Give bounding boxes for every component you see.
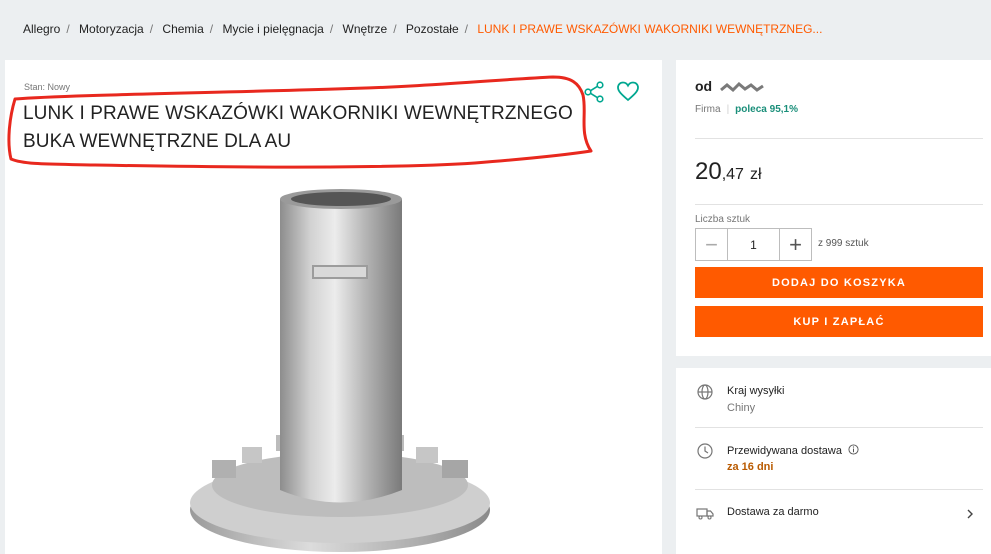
breadcrumb-current: LUNK I PRAWE WSKAZÓWKI WAKORNIKI WEWNĘTR… [477,22,823,36]
free-delivery-label: Dostawa za darmo [727,506,819,518]
truck-icon [696,508,714,520]
delivery-time-label: Przewidywana dostawa [727,444,859,457]
quantity-stepper: − 1 + [695,228,812,261]
meta-divider: | [726,104,730,115]
shipping-panel: Kraj wysyłki Chiny Przewidywana dostawa … [676,368,991,554]
shipping-country-value: Chiny [727,402,756,414]
info-icon[interactable] [848,444,859,455]
breadcrumb-item-pozostale[interactable]: Pozostałe [406,22,459,36]
product-image[interactable] [180,185,500,554]
add-to-cart-button[interactable]: DODAJ DO KOSZYKA [695,267,983,298]
quantity-available: z 999 sztuk [818,238,869,249]
price-integer: 20 [695,158,722,185]
breadcrumb-separator: / [464,22,468,36]
breadcrumb-separator: / [209,22,214,36]
seller-name-redacted [720,82,764,93]
breadcrumb-item-chemia[interactable]: Chemia [162,22,203,36]
condition: Stan: Nowy [24,82,70,92]
share-icon[interactable] [582,80,606,104]
condition-value: Nowy [47,82,71,92]
delivery-time-value: za 16 dni [727,461,774,473]
breadcrumb: Allegro / Motoryzacja / Chemia / Mycie i pi… [23,22,822,36]
decrease-quantity-button[interactable]: − [696,229,728,260]
seller-meta: Firma | poleca 95,1% [695,104,798,115]
breadcrumb-item-allegro[interactable]: Allegro [23,22,60,36]
heart-icon[interactable] [616,80,640,104]
seller-name[interactable]: od [695,78,765,94]
price-currency: zł [749,166,762,183]
quantity-label: Liczba sztuk [695,214,751,225]
divider [695,204,983,205]
breadcrumb-separator: / [329,22,334,36]
chevron-right-icon[interactable] [965,509,975,519]
price: 20,47 zł [695,158,762,186]
globe-icon [697,384,713,400]
divider [695,427,983,428]
seller-prefix: od [695,78,713,94]
breadcrumb-item-motoryzacja[interactable]: Motoryzacja [79,22,144,36]
product-title: LUNK I PRAWE WSKAZÓWKI WAKORNIKI WEWNĘTR… [23,103,573,152]
breadcrumb-separator: / [393,22,397,36]
condition-label: Stan: [24,82,46,92]
price-decimal: ,47 [721,166,744,183]
quantity-input[interactable]: 1 [728,229,779,260]
clock-icon [697,443,713,459]
delivery-time-text: Przewidywana dostawa [727,445,842,457]
buy-panel: od Firma | poleca 95,1% 20,47 zł Liczba szt… [676,60,991,356]
buy-now-button[interactable]: KUP I ZAPŁAĆ [695,306,983,337]
free-delivery-row[interactable]: Dostawa za darmo [676,490,991,530]
product-panel: Stan: Nowy LUNK I PRAWE WSKAZÓWKI WAKORN… [5,60,662,554]
breadcrumb-item-wnetrze[interactable]: Wnętrze [343,22,388,36]
seller-recommend[interactable]: poleca 95,1% [735,104,798,115]
seller-type: Firma [695,104,721,115]
shipping-country-label: Kraj wysyłki [727,385,785,397]
breadcrumb-item-mycie[interactable]: Mycie i pielęgnacja [222,22,323,36]
increase-quantity-button[interactable]: + [779,229,811,260]
breadcrumb-separator: / [66,22,70,36]
breadcrumb-separator: / [149,22,154,36]
divider [695,138,983,139]
